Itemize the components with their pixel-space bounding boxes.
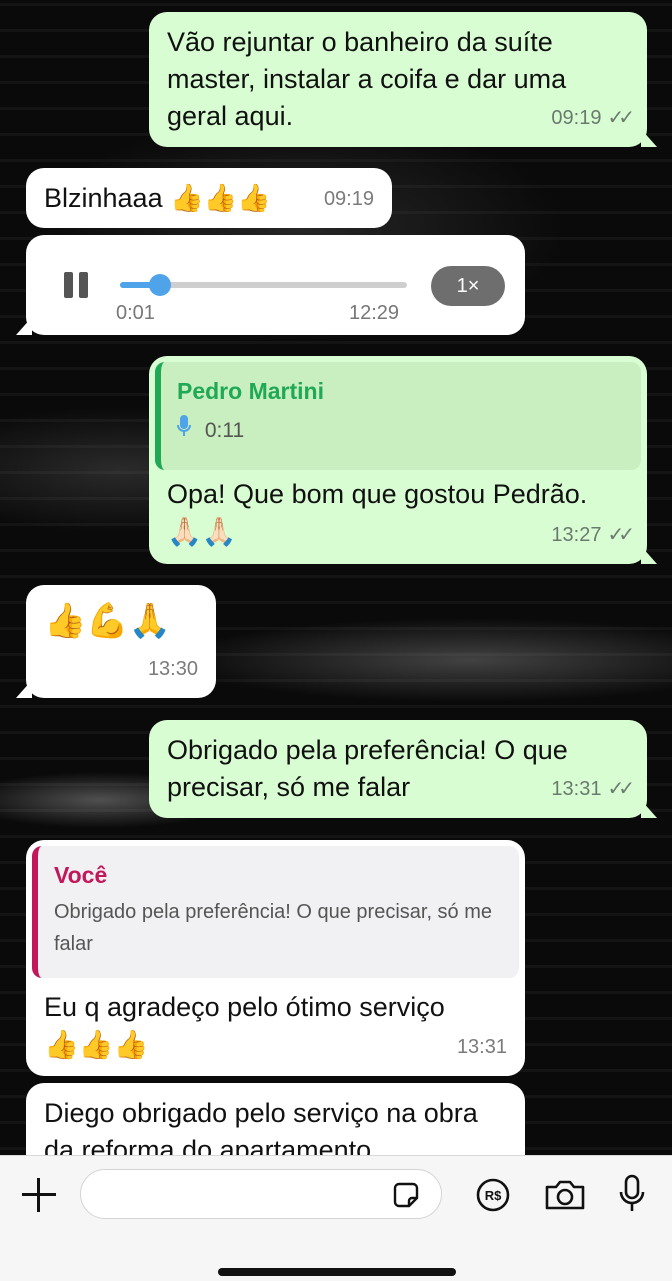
message-emoji: 🙏🏻🙏🏻 [167,516,237,547]
message-text: Obrigado pela preferência! O que precisa… [167,735,568,802]
pause-icon[interactable] [64,272,90,298]
message-bubble-outgoing[interactable]: Obrigado pela preferência! O que precisa… [149,720,657,818]
quoted-voice-duration: 0:11 [204,419,245,442]
audio-progress-knob[interactable] [149,274,172,296]
message-bubble-incoming[interactable]: Você Obrigado pela preferência! O que pr… [26,840,525,1076]
message-time: 13:27 [551,524,602,546]
svg-text:R$: R$ [485,1188,502,1203]
sticker-icon[interactable] [391,1180,421,1210]
message-time: 13:30 [147,658,198,680]
plus-icon[interactable] [22,1178,56,1212]
message-time: 13:31 [456,1036,507,1058]
payment-icon[interactable]: R$ [476,1178,510,1212]
audio-duration: 12:29 [349,302,400,324]
quoted-author: Pedro Martini [177,378,324,404]
message-bubble-outgoing[interactable]: Vão rejuntar o banheiro da suíte master,… [149,12,657,147]
message-emoji: 👍💪🙏 [44,602,172,640]
message-bubble-incoming[interactable]: Blzinhaaa 👍👍👍 09:19 [26,168,392,228]
message-time: 09:19 [323,188,374,210]
message-time: 09:19 [551,107,602,129]
double-check-icon: ✓✓ [607,524,634,546]
message-text: Opa! Que bom que gostou Pedrão. [167,479,588,509]
message-bubble-incoming[interactable]: 👍💪🙏 13:30 [16,585,216,698]
audio-current-time: 0:01 [116,302,155,324]
camera-icon[interactable] [544,1178,586,1212]
voice-message-bubble[interactable]: 0:01 12:29 1× [16,235,525,335]
quoted-author: Você [54,862,108,888]
double-check-icon: ✓✓ [607,778,634,800]
audio-progress-track[interactable] [120,274,407,296]
quoted-text: Obrigado pela preferência! O que precisa… [54,901,493,955]
message-text: Eu q agradeço pelo ótimo serviço [44,992,445,1022]
playback-speed-button[interactable]: 1× [431,266,505,306]
double-check-icon: ✓✓ [607,107,634,129]
mic-icon [177,412,199,449]
quoted-voice-message[interactable]: Pedro Martini 0:11 [155,362,641,470]
home-indicator [218,1268,456,1276]
quoted-message[interactable]: Você Obrigado pela preferência! O que pr… [32,846,519,978]
message-time: 13:31 [551,778,602,800]
message-input[interactable] [80,1169,442,1219]
message-text: Vão rejuntar o banheiro da suíte master,… [167,27,567,131]
message-emoji: 👍👍👍 [44,1029,149,1060]
chat-input-bar: R$ [0,1155,672,1281]
mic-icon[interactable] [618,1174,646,1214]
message-bubble-outgoing[interactable]: Pedro Martini 0:11 Opa! Que bom que gost… [149,356,657,564]
